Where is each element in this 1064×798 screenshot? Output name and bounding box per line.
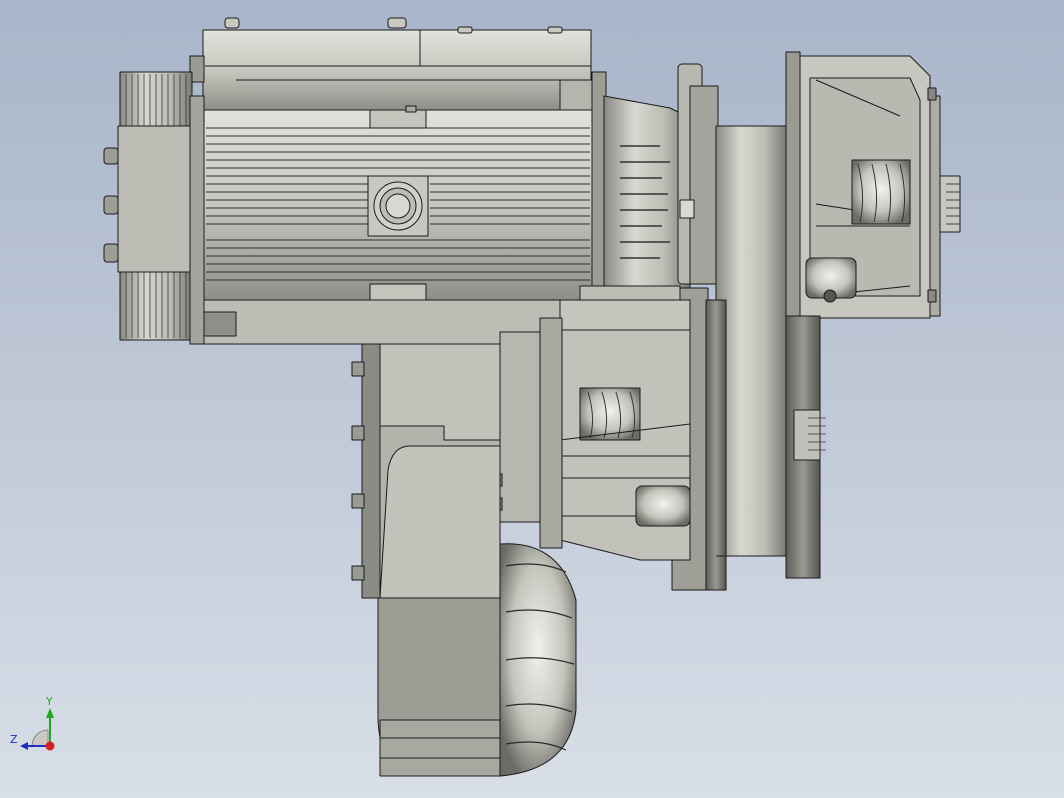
middle-auger-screw — [579, 387, 641, 441]
upper-bearing-block — [805, 257, 857, 303]
gear-motor-assembly-model[interactable] — [0, 0, 1064, 798]
gearbox-housing — [351, 343, 501, 599]
middle-bearing-block — [635, 485, 691, 527]
terminal-box-cover — [189, 17, 593, 111]
coupling-flange — [603, 63, 719, 301]
upper-auger-assembly — [785, 51, 961, 319]
axis-label-y: Y — [46, 695, 53, 708]
motor-fan-cover — [103, 71, 193, 341]
axis-triad-icon — [20, 708, 55, 751]
cad-graphics-viewport[interactable]: Y Z — [0, 0, 1064, 798]
motor-center-boss — [367, 175, 429, 237]
upper-auger-screw — [851, 159, 911, 225]
axis-label-z: Z — [10, 733, 18, 746]
lower-right-disc — [785, 315, 826, 579]
axis-triad: Y Z — [8, 696, 64, 756]
